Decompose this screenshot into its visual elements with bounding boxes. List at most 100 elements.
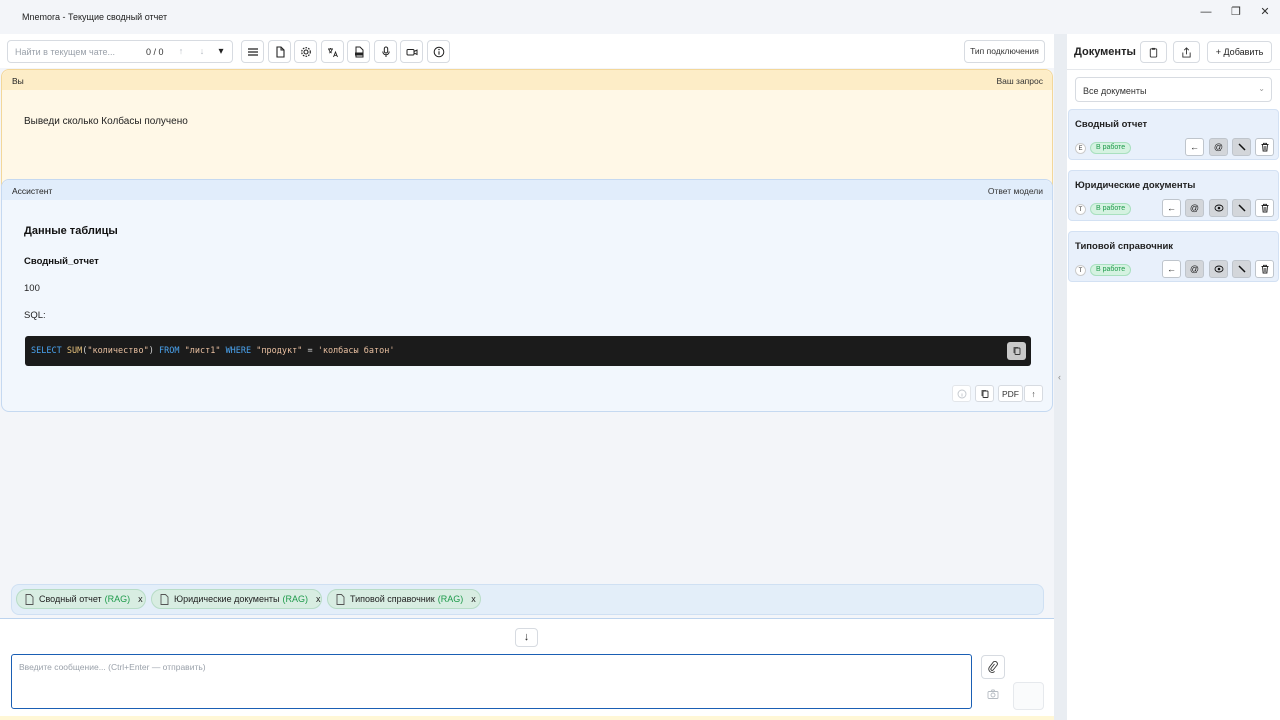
sql-code-block: SELECT SUM("количество") FROM "лист1" WH… — [25, 336, 1031, 366]
pdf-button[interactable]: PDF — [998, 385, 1023, 402]
search-options-dropdown[interactable]: ▾ — [212, 43, 230, 60]
answer-value: 100 — [24, 283, 40, 294]
menu-icon[interactable] — [241, 40, 264, 63]
mention-icon[interactable]: @ — [1185, 199, 1204, 217]
context-documents: Сводный отчет (RAG) x Юридические документ… — [11, 584, 1044, 615]
document-type-letter: E — [1075, 143, 1086, 154]
back-arrow-icon[interactable]: ← — [1185, 138, 1204, 156]
code-token: "продукт" — [256, 346, 303, 356]
scroll-down-button[interactable]: ↓ — [515, 628, 538, 647]
video-icon[interactable] — [400, 40, 423, 63]
copy-icon[interactable] — [975, 385, 994, 402]
eye-icon[interactable] — [1209, 199, 1228, 217]
context-tag[interactable]: Юридические документы (RAG) x — [151, 589, 322, 609]
remove-tag-button[interactable]: x — [471, 594, 476, 604]
document-type-letter: T — [1075, 204, 1086, 215]
chevron-down-icon: ⌄ — [1258, 84, 1265, 93]
trash-icon[interactable] — [1255, 260, 1274, 278]
back-arrow-icon[interactable]: ← — [1162, 260, 1181, 278]
eye-icon[interactable] — [1209, 260, 1228, 278]
minimize-button[interactable]: — — [1196, 5, 1216, 19]
context-tag-label: Типовой справочник — [350, 594, 435, 604]
remove-tag-button[interactable]: x — [138, 594, 143, 604]
user-message-header: Вы Ваш запрос — [2, 70, 1052, 90]
trash-icon[interactable] — [1255, 138, 1274, 156]
message-kind: Ответ модели — [987, 186, 1043, 196]
status-badge: В работе — [1090, 264, 1132, 276]
restore-button[interactable]: ❐ — [1226, 5, 1246, 19]
document-filter-value: Все документы — [1083, 86, 1147, 96]
add-document-button[interactable]: + Добавить — [1207, 41, 1272, 63]
info-icon[interactable] — [427, 40, 450, 63]
info-icon[interactable] — [952, 385, 971, 402]
document-type-letter: T — [1075, 265, 1086, 276]
context-tag-suffix: (RAG) — [282, 594, 309, 604]
sql-label: SQL: — [24, 310, 46, 321]
chat-search[interactable]: Найти в текущем чате... 0 / 0 ↑ ↓ ▾ — [7, 40, 233, 63]
answer-subheading: Сводный_отчет — [24, 256, 99, 267]
mention-icon[interactable]: @ — [1209, 138, 1228, 156]
message-kind: Ваш запрос — [996, 76, 1043, 86]
pdf-export-icon[interactable] — [347, 40, 370, 63]
search-prev-button[interactable]: ↑ — [172, 43, 190, 60]
document-name: Сводный отчет — [1075, 119, 1148, 130]
code-token: WHERE — [225, 346, 252, 356]
sidebar-title: Документы — [1074, 46, 1136, 58]
divider — [1067, 69, 1280, 70]
copy-code-icon[interactable] — [1007, 342, 1026, 360]
document-icon[interactable] — [268, 40, 291, 63]
back-arrow-icon[interactable]: ← — [1162, 199, 1181, 217]
chat-panel: Найти в текущем чате... 0 / 0 ↑ ↓ ▾ Тип … — [0, 34, 1054, 720]
edit-icon[interactable] — [1232, 138, 1251, 156]
title-bar: Mnemora - Текущие сводный отчет — ❐ ✕ — [0, 0, 1280, 34]
document-card[interactable]: Юридические документы T В работе ← @ — [1068, 170, 1279, 221]
export-icon[interactable] — [1173, 41, 1200, 63]
code-token: 'колбасы батон' — [317, 346, 395, 356]
translate-icon[interactable] — [321, 40, 344, 63]
search-next-button[interactable]: ↓ — [193, 43, 211, 60]
message-author: Ассистент — [12, 186, 53, 196]
document-icon — [336, 593, 345, 605]
code-token: SELECT — [31, 346, 62, 356]
document-icon — [160, 593, 169, 605]
code-token: ) — [148, 346, 159, 356]
document-filter-select[interactable]: Все документы ⌄ — [1075, 77, 1272, 102]
panel-splitter[interactable]: ‹ — [1054, 34, 1067, 720]
document-card[interactable]: Сводный отчет E В работе ← @ — [1068, 109, 1279, 160]
trash-icon[interactable] — [1255, 199, 1274, 217]
search-input[interactable]: Найти в текущем чате... — [15, 47, 115, 57]
camera-icon[interactable] — [983, 688, 1003, 704]
document-name: Типовой справочник — [1075, 241, 1174, 252]
connection-type-button[interactable]: Тип подключения — [964, 40, 1045, 63]
scroll-up-button[interactable]: ↑ — [1024, 385, 1043, 402]
mention-icon[interactable]: @ — [1185, 260, 1204, 278]
context-tag-suffix: (RAG) — [104, 594, 131, 604]
status-badge: В работе — [1090, 142, 1132, 154]
sql-code-line: SELECT SUM("количество") FROM "лист1" WH… — [31, 346, 394, 356]
composer: ↓ Введите сообщение... (Ctrl+Enter — отп… — [0, 618, 1054, 720]
edit-icon[interactable] — [1232, 199, 1251, 217]
send-button[interactable] — [1013, 682, 1044, 710]
search-count: 0 / 0 — [146, 47, 164, 57]
chat-toolbar: Найти в текущем чате... 0 / 0 ↑ ↓ ▾ Тип … — [0, 34, 1054, 68]
attach-icon[interactable] — [981, 655, 1005, 679]
remove-tag-button[interactable]: x — [316, 594, 321, 604]
message-placeholder: Введите сообщение... (Ctrl+Enter — отпра… — [19, 662, 206, 672]
context-tag[interactable]: Сводный отчет (RAG) x — [16, 589, 146, 609]
message-input[interactable]: Введите сообщение... (Ctrl+Enter — отпра… — [11, 654, 972, 709]
window-title: Mnemora - Текущие сводный отчет — [22, 12, 168, 22]
code-token: "количество" — [87, 346, 149, 356]
code-token: "лист1" — [184, 346, 221, 356]
documents-sidebar: Документы + Добавить Все документы ⌄ Сво… — [1067, 34, 1280, 720]
code-token: FROM — [159, 346, 180, 356]
collapse-chevron-icon[interactable]: ‹ — [1058, 372, 1061, 382]
code-token: = — [302, 346, 318, 356]
settings-icon[interactable] — [294, 40, 317, 63]
close-button[interactable]: ✕ — [1255, 5, 1275, 19]
document-icon — [25, 593, 34, 605]
context-tag[interactable]: Типовой справочник (RAG) x — [327, 589, 481, 609]
edit-icon[interactable] — [1232, 260, 1251, 278]
clipboard-icon[interactable] — [1140, 41, 1167, 63]
document-card[interactable]: Типовой справочник T В работе ← @ — [1068, 231, 1279, 282]
microphone-icon[interactable] — [374, 40, 397, 63]
